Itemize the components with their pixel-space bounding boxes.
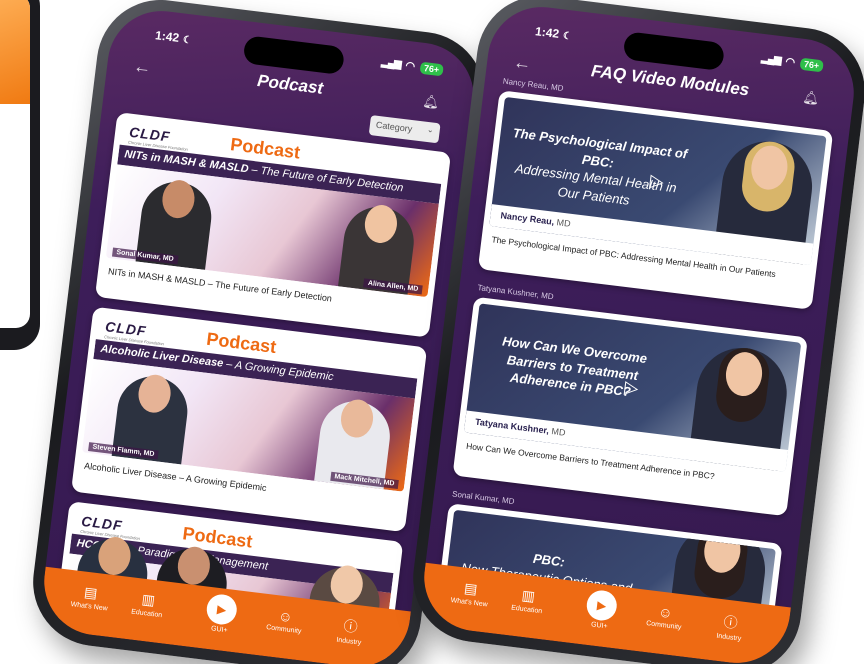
status-time: 1:42 ☾ — [154, 28, 193, 47]
marketing-canvas: 1:42 ☾ ▂▄▆ ◠ 76+ ← Podcast 🔔︎ Category ⌄ C… — [0, 0, 864, 664]
battery-badge: 76+ — [419, 61, 444, 76]
background-device — [0, 0, 40, 350]
podcast-card[interactable]: CLDF Chronic Liver Disease Foundation Pod… — [94, 112, 452, 338]
book-icon: ▥ — [520, 586, 536, 605]
tab-whats-new[interactable]: ▤ What's New — [59, 581, 122, 614]
people-icon: ☺ — [657, 603, 674, 622]
battery-badge: 76+ — [799, 57, 824, 72]
wifi-icon: ◠ — [784, 55, 796, 69]
tab-education[interactable]: ▥ Education — [116, 588, 179, 621]
tab-industry[interactable]: ⓘ Industry — [699, 609, 762, 645]
tab-community[interactable]: ☺ Community — [254, 605, 317, 637]
presenter-name: Sonal Kumar, MD — [451, 489, 516, 507]
moon-icon: ☾ — [562, 30, 573, 43]
video-card[interactable]: The Psychological Impact of PBC: Addressi… — [477, 90, 834, 310]
orange-panel — [0, 0, 30, 104]
signal-icon: ▂▄▆ — [760, 52, 782, 67]
signal-icon: ▂▄▆ — [380, 56, 402, 71]
category-dropdown[interactable]: Category ⌄ — [368, 114, 441, 144]
background-device-screen — [0, 0, 30, 328]
play-icon[interactable]: ▷ — [649, 170, 665, 193]
thumbnail-text: The Psychological Impact of PBC: Addressi… — [512, 125, 689, 208]
gui-icon: ▶ — [585, 588, 619, 623]
bell-icon[interactable]: 🔔︎ — [422, 93, 440, 111]
book-icon: ▥ — [140, 590, 156, 609]
bell-icon[interactable]: 🔔︎ — [802, 89, 820, 107]
tab-community[interactable]: ☺ Community — [634, 601, 697, 633]
chevron-down-icon: ⌄ — [426, 124, 435, 135]
tab-gui[interactable]: ▶ GUI+ — [569, 587, 633, 633]
phone-faq: 1:42 ☾ ▂▄▆ ◠ 76+ ← FAQ Video Modules 🔔︎ N… — [405, 0, 864, 664]
status-time: 1:42 ☾ — [534, 24, 573, 43]
people-icon: ☺ — [277, 607, 294, 626]
podcast-card[interactable]: CLDF Chronic Liver Disease Foundation Pod… — [71, 306, 428, 533]
faq-screen: 1:42 ☾ ▂▄▆ ◠ 76+ ← FAQ Video Modules 🔔︎ N… — [418, 0, 860, 664]
play-icon[interactable]: ▷ — [623, 377, 639, 400]
info-icon: ⓘ — [722, 613, 739, 632]
news-icon: ▤ — [83, 583, 99, 602]
moon-icon: ☾ — [182, 34, 193, 47]
video-card[interactable]: How Can We Overcome Barriers to Treatmen… — [452, 296, 808, 517]
news-icon: ▤ — [463, 579, 479, 598]
tab-education[interactable]: ▥ Education — [496, 584, 559, 617]
gui-icon: ▶ — [205, 592, 239, 627]
tab-gui[interactable]: ▶ GUI+ — [189, 591, 253, 637]
tab-industry[interactable]: ⓘ Industry — [319, 613, 382, 649]
info-icon: ⓘ — [342, 617, 359, 636]
wifi-icon: ◠ — [404, 59, 416, 73]
tab-whats-new[interactable]: ▤ What's New — [439, 577, 502, 610]
